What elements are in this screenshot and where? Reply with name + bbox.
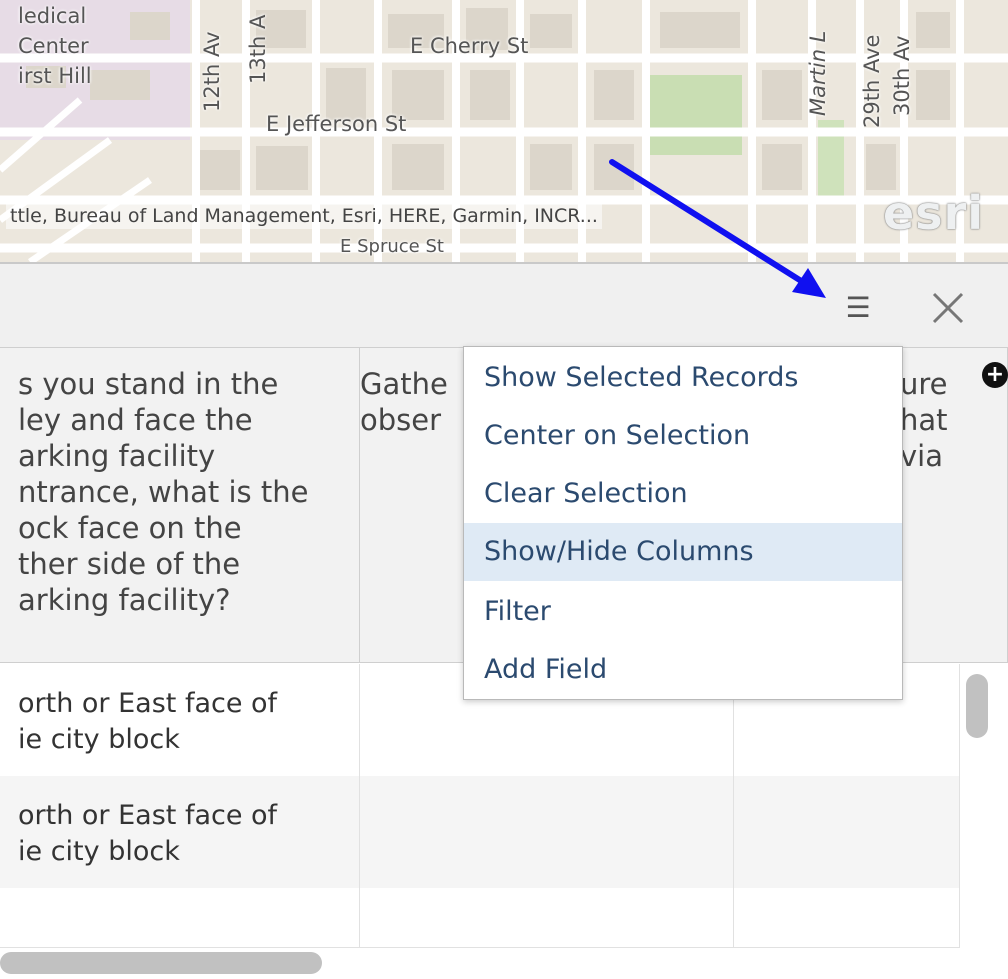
map-label-29th-ave: 29th Ave <box>860 34 884 128</box>
add-column-icon[interactable]: + <box>982 362 1008 388</box>
menu-item-show-selected-records[interactable]: Show Selected Records <box>464 349 902 407</box>
table-row[interactable]: orth or East face of ie city block <box>0 776 960 888</box>
map-label-13th-ave: 13th A <box>246 14 270 84</box>
map-label-martin-luther: Martin L <box>806 30 830 116</box>
close-button[interactable] <box>922 282 974 334</box>
esri-logo[interactable]: esri <box>883 186 984 240</box>
map-label-jefferson-st: E Jefferson St <box>266 112 407 136</box>
menu-item-center-on-selection[interactable]: Center on Selection <box>464 407 902 465</box>
menu-item-filter[interactable]: Filter <box>464 583 902 641</box>
column-header-label: s you stand in the ley and face the arki… <box>18 367 309 617</box>
table-cell <box>360 776 734 888</box>
attribute-table-header: ☰ <box>0 262 1008 348</box>
cell-text: orth or East face of ie city block <box>18 800 278 867</box>
table-cell: orth or East face of ie city block <box>0 776 360 888</box>
options-dropdown-menu: Show Selected Records Center on Selectio… <box>463 346 903 700</box>
map-label-cherry-st: E Cherry St <box>410 34 529 58</box>
table-row[interactable] <box>0 888 960 948</box>
map-label-12th-ave: 12th Av <box>200 31 224 112</box>
map-label-medical: ledical <box>18 4 87 28</box>
map-view[interactable]: ledical Center irst Hill E Cherry St E J… <box>0 0 1008 262</box>
menu-item-clear-selection[interactable]: Clear Selection <box>464 465 902 523</box>
table-cell: orth or East face of ie city block <box>0 664 360 776</box>
map-label-first-hill: irst Hill <box>18 64 92 88</box>
horizontal-scrollbar[interactable] <box>0 952 322 974</box>
attribution-text[interactable]: ttle, Bureau of Land Management, Esri, H… <box>6 203 602 229</box>
options-menu-button[interactable]: ☰ <box>836 286 880 330</box>
menu-item-add-field[interactable]: Add Field <box>464 641 902 699</box>
close-icon <box>932 292 964 324</box>
column-header-block-face[interactable]: s you stand in the ley and face the arki… <box>0 348 360 663</box>
map-label-30th-ave: 30th Av <box>890 35 914 116</box>
table-cell <box>734 888 960 947</box>
menu-item-show-hide-columns[interactable]: Show/Hide Columns <box>464 523 902 581</box>
hamburger-icon: ☰ <box>845 291 871 324</box>
column-header-label: Gathe obser <box>360 367 448 437</box>
table-cell <box>734 776 960 888</box>
column-header-label: ure hat via <box>900 367 948 473</box>
table-cell <box>0 888 360 947</box>
vertical-scrollbar[interactable] <box>966 674 988 738</box>
cell-text: orth or East face of ie city block <box>18 688 278 755</box>
table-cell <box>360 888 734 947</box>
map-label-center: Center <box>18 34 89 58</box>
map-attribution: ttle, Bureau of Land Management, Esri, H… <box>0 186 1008 240</box>
